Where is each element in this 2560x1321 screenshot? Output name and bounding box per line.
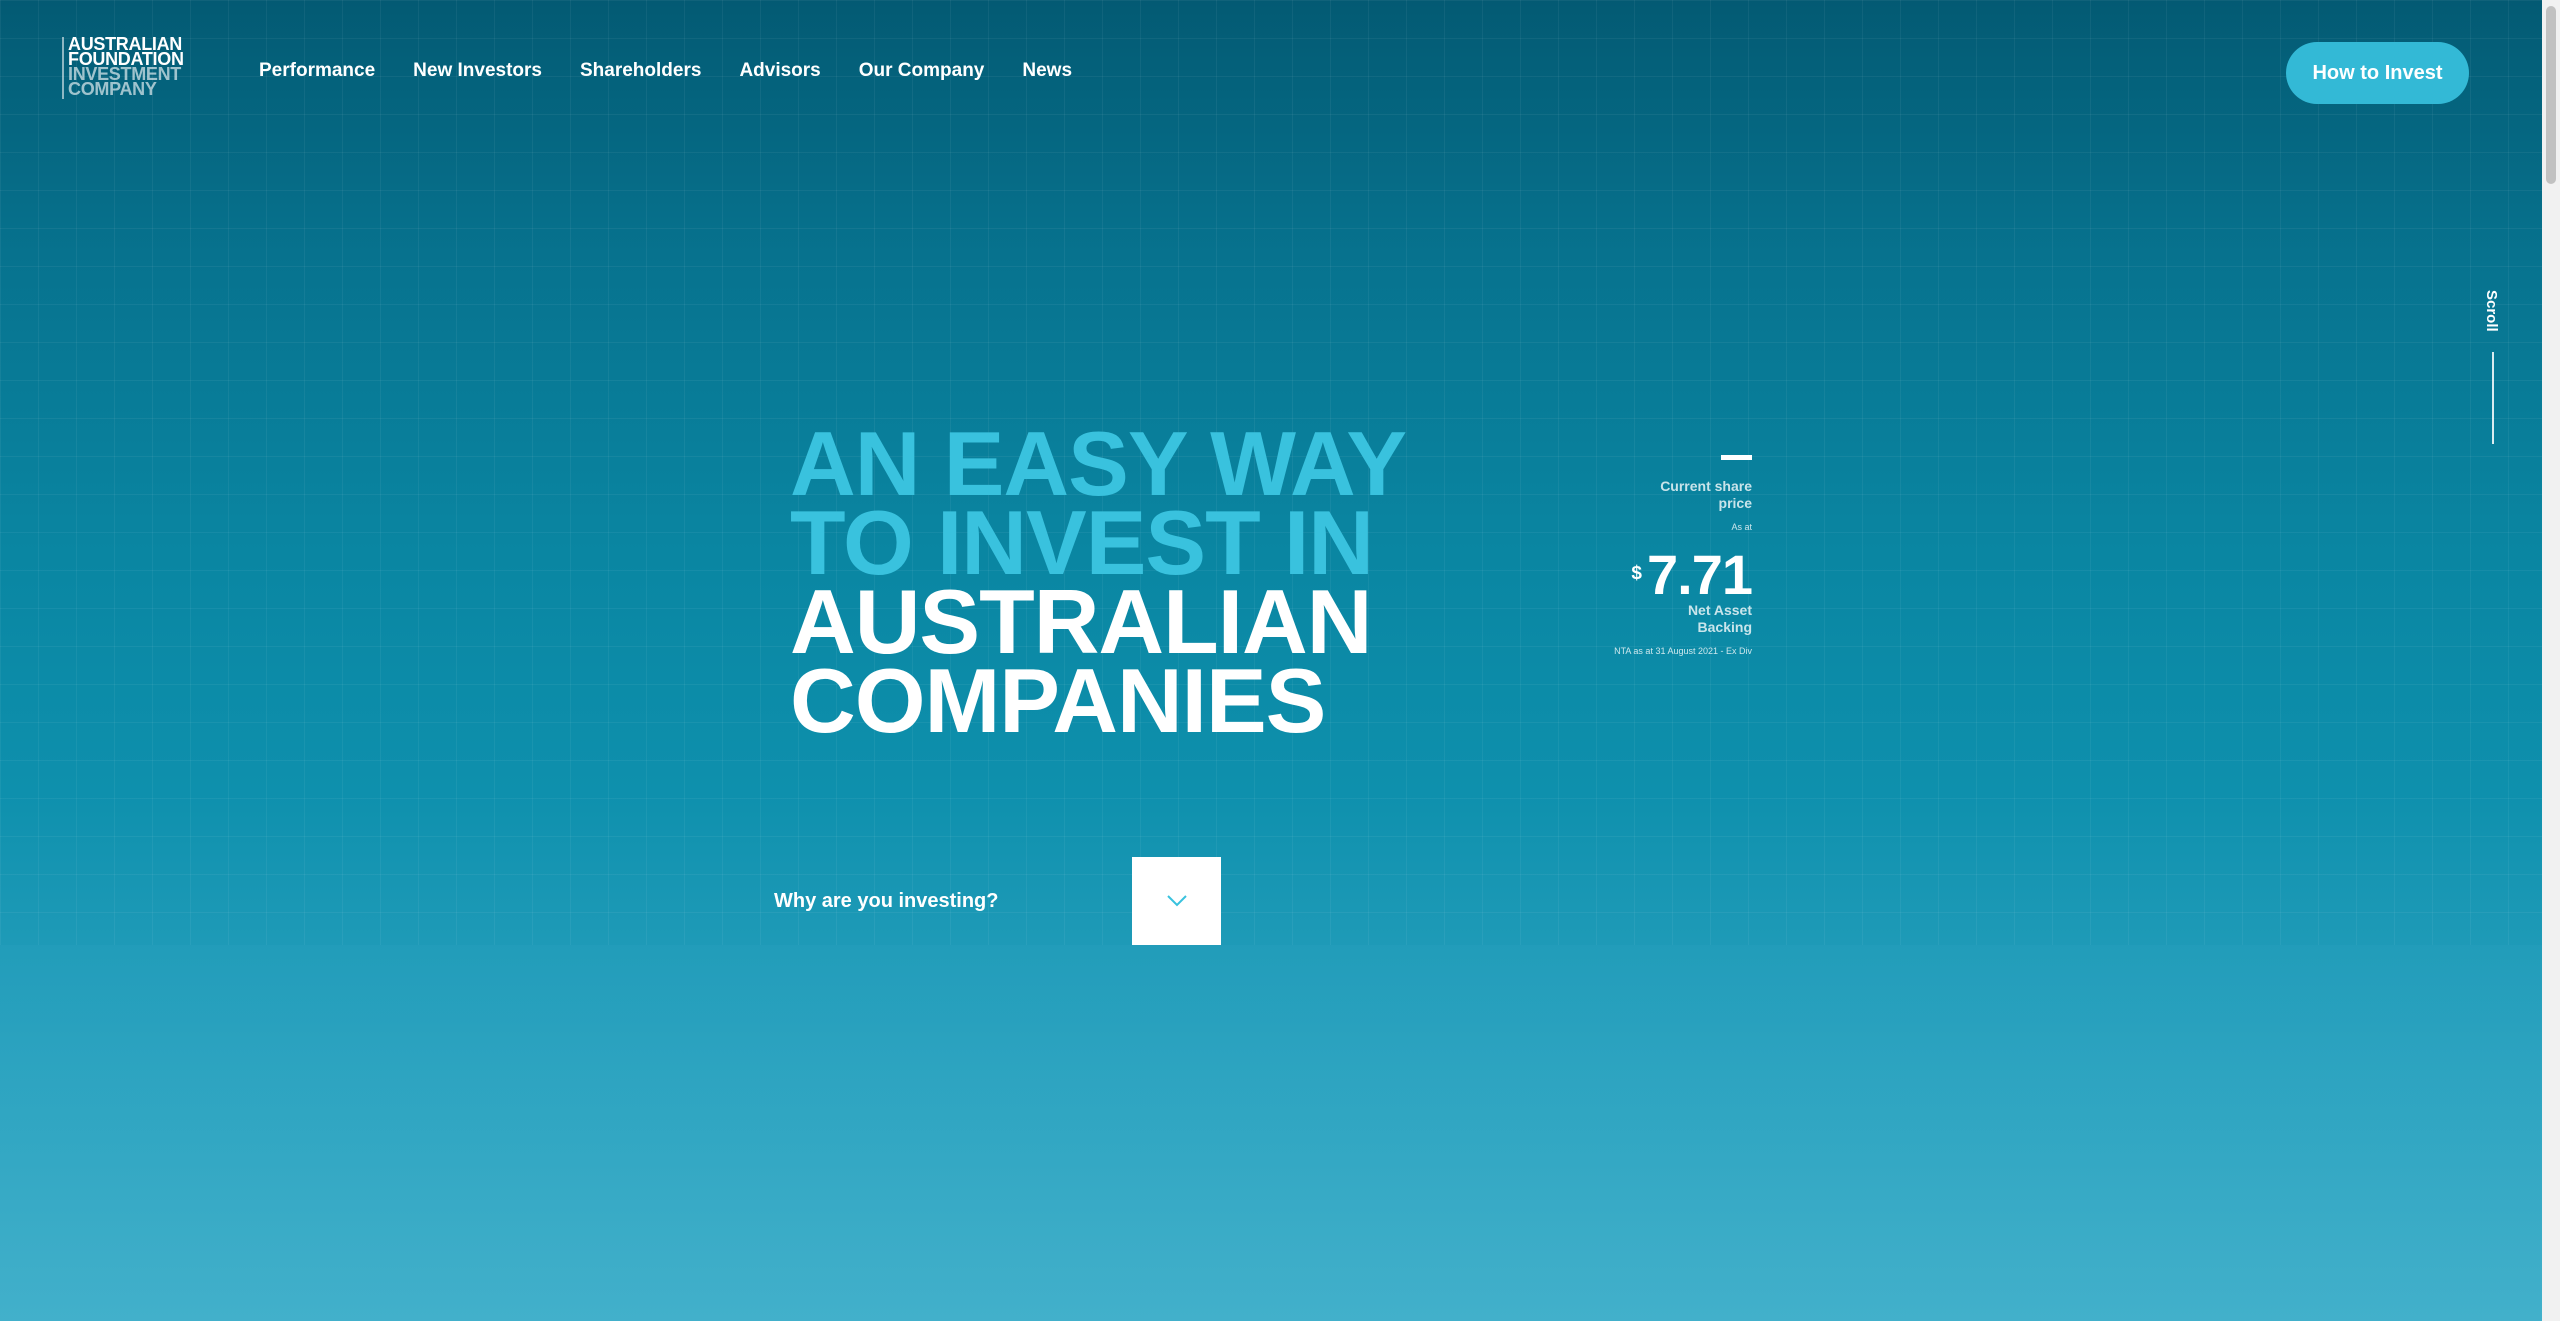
nav-item-advisors[interactable]: Advisors: [739, 58, 820, 84]
currency-symbol: $: [1631, 563, 1642, 584]
investing-purpose-selector[interactable]: Why are you investing?: [774, 857, 1221, 945]
current-share-price-label: Current share price: [1660, 478, 1752, 511]
logo-line-4: COMPANY: [68, 79, 157, 99]
scroll-indicator-line: [2492, 352, 2494, 444]
vertical-scrollbar[interactable]: [2542, 0, 2560, 1321]
nav-item-our-company[interactable]: Our Company: [859, 58, 985, 84]
lower-band: [0, 945, 2542, 1321]
hero-line-4: COMPANIES: [790, 651, 1326, 752]
how-to-invest-button[interactable]: How to Invest: [2286, 42, 2469, 104]
investing-purpose-label: Why are you investing?: [774, 889, 999, 912]
page: AUSTRALIAN FOUNDATION INVESTMENT COMPANY…: [0, 0, 2542, 1321]
logo[interactable]: AUSTRALIAN FOUNDATION INVESTMENT COMPANY: [62, 35, 192, 99]
nav-item-new-investors[interactable]: New Investors: [413, 58, 542, 84]
investing-purpose-toggle[interactable]: [1132, 857, 1221, 945]
nta-value: $ 7.71: [1631, 543, 1753, 606]
nav-item-shareholders[interactable]: Shareholders: [580, 58, 701, 84]
chevron-down-icon: [1166, 895, 1187, 907]
net-asset-backing-label: Net Asset Backing: [1687, 602, 1752, 635]
nav-item-performance[interactable]: Performance: [259, 58, 375, 84]
scrollbar-thumb[interactable]: [2546, 6, 2556, 184]
scroll-label: Scroll: [2483, 290, 2500, 332]
nav-item-news[interactable]: News: [1022, 58, 1072, 84]
main-nav: Performance New Investors Shareholders A…: [259, 58, 1110, 84]
nta-amount: 7.71: [1647, 543, 1753, 606]
hero-heading: AN EASY WAY TO INVEST IN AUSTRALIAN COMP…: [790, 419, 1490, 752]
nta-note: NTA as at 31 August 2021 - Ex Div: [1614, 646, 1752, 656]
share-price-placeholder-dash: [1721, 455, 1752, 460]
as-at-label: As at: [1731, 522, 1752, 532]
